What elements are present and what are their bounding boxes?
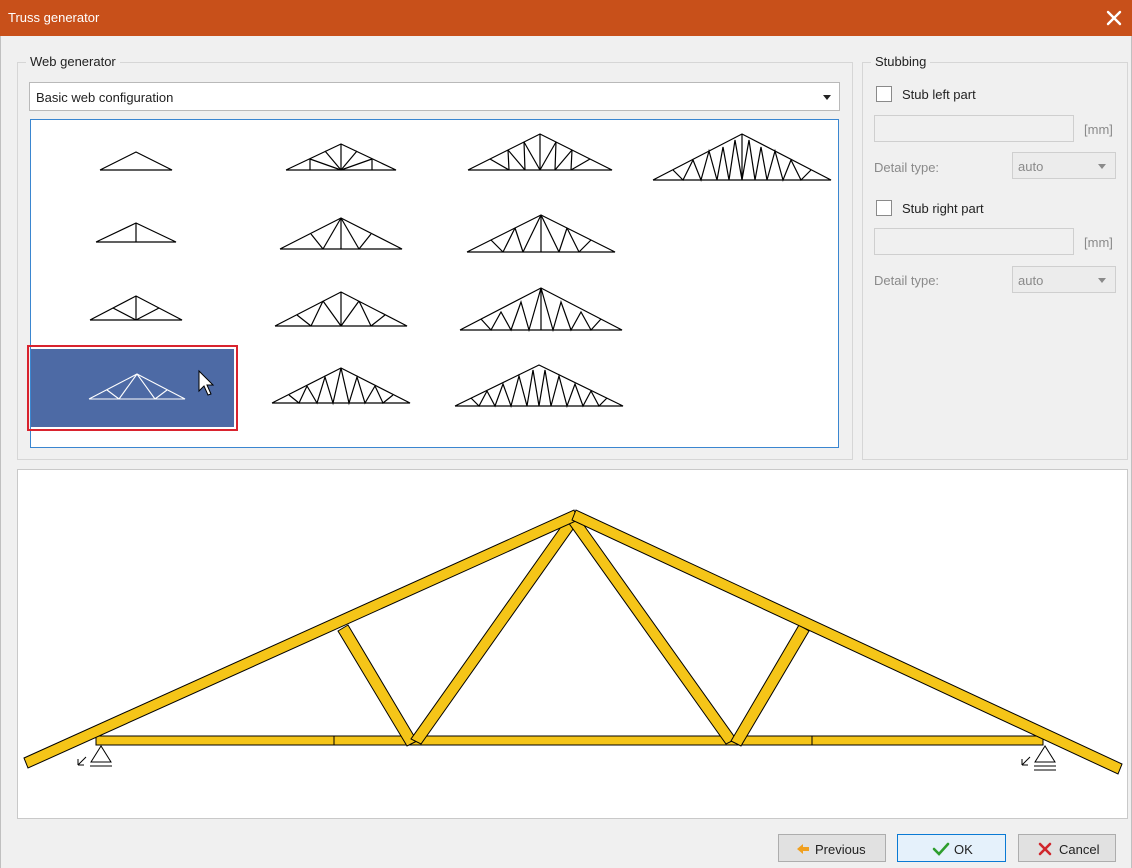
stub-left-detail-label: Detail type:: [874, 160, 940, 175]
stub-right-detail-select[interactable]: auto: [1012, 266, 1116, 293]
previous-label: Previous: [815, 842, 866, 857]
truss-configuration-gallery: [27, 119, 840, 448]
dropdown-arrow-icon: [823, 95, 831, 100]
stub-right-detail-value: auto: [1018, 273, 1044, 288]
support-icon: [77, 745, 112, 767]
dialog-body: Web generator Basic web configuration St…: [0, 36, 1132, 868]
truss-thumbnail: [466, 214, 616, 253]
stub-left-checkbox[interactable]: [876, 86, 892, 102]
truss-thumbnail: [89, 295, 183, 321]
cursor-icon: [198, 369, 215, 396]
stub-left-length-input[interactable]: [874, 115, 1074, 142]
truss-option[interactable]: [31, 276, 235, 348]
truss-option[interactable]: [439, 120, 643, 202]
truss-option[interactable]: [643, 120, 840, 202]
truss-thumbnail: [467, 133, 613, 171]
stub-right-checkbox[interactable]: [876, 200, 892, 216]
bottom-chord: [95, 735, 1044, 746]
close-icon: [1106, 10, 1122, 26]
truss-option[interactable]: [31, 202, 235, 276]
title-bar: Truss generator: [0, 0, 1132, 36]
truss-thumbnail: [459, 287, 623, 333]
web-configuration-select[interactable]: Basic web configuration: [29, 82, 840, 111]
truss-option[interactable]: [235, 349, 439, 427]
truss-option[interactable]: [235, 120, 439, 202]
arrow-left-icon: [797, 844, 809, 854]
dropdown-arrow-icon: [1098, 164, 1106, 169]
truss-thumbnail: [454, 364, 624, 408]
web-member: [730, 624, 810, 747]
window-title: Truss generator: [8, 10, 100, 25]
stub-left-unit: [mm]: [1084, 122, 1113, 137]
truss-thumbnail: [88, 369, 215, 400]
truss-thumbnail: [99, 151, 173, 171]
truss-preview-drawing: [23, 509, 1123, 775]
truss-option[interactable]: [439, 276, 643, 348]
cancel-label: Cancel: [1059, 842, 1100, 857]
truss-option-selected[interactable]: [27, 345, 238, 431]
ok-button[interactable]: OK: [897, 834, 1006, 862]
stub-right-detail-label: Detail type:: [874, 273, 940, 288]
ok-label: OK: [954, 842, 973, 857]
dropdown-arrow-icon: [1098, 278, 1106, 283]
stub-right-label: Stub right part: [902, 201, 984, 216]
checkmark-icon: [932, 842, 950, 856]
stubbing-legend: Stubbing: [871, 54, 931, 69]
stub-left-detail-value: auto: [1018, 159, 1044, 174]
stub-right-unit: [mm]: [1084, 235, 1113, 250]
truss-option[interactable]: [439, 349, 643, 427]
truss-thumbnail: [271, 367, 411, 406]
truss-option[interactable]: [235, 276, 439, 348]
truss-option[interactable]: [439, 202, 643, 276]
x-icon: [1038, 842, 1052, 856]
truss-thumbnail: [274, 291, 408, 327]
web-generator-legend: Web generator: [26, 54, 120, 69]
stub-left-label: Stub left part: [902, 87, 976, 102]
truss-thumbnail: [285, 143, 397, 171]
stub-left-detail-select[interactable]: auto: [1012, 152, 1116, 179]
cancel-button[interactable]: Cancel: [1018, 834, 1116, 862]
truss-option[interactable]: [31, 120, 235, 202]
web-configuration-value: Basic web configuration: [36, 90, 174, 105]
web-member: [337, 624, 418, 747]
truss-thumbnail: [652, 133, 832, 182]
truss-preview: [17, 469, 1128, 819]
truss-option[interactable]: [235, 202, 439, 276]
truss-thumbnail: [279, 217, 403, 250]
stub-right-length-input[interactable]: [874, 228, 1074, 255]
support-icon: [1021, 745, 1056, 771]
previous-button[interactable]: Previous: [778, 834, 886, 862]
truss-thumbnail: [95, 222, 177, 243]
close-button[interactable]: [1100, 4, 1128, 32]
